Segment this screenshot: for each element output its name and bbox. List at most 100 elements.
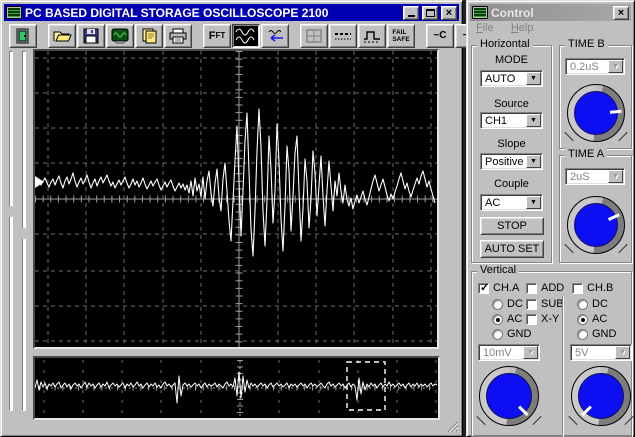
mode-combobox[interactable]: AUTO ▼: [480, 70, 543, 87]
cha-gnd-radio-item[interactable]: GND: [492, 328, 531, 340]
chevron-down-icon: ▼: [608, 60, 623, 73]
time-b-group: TIME B 0.2uS ▼: [559, 38, 632, 149]
control-titlebar[interactable]: Control ×: [470, 4, 631, 21]
cha-dc-radio-item[interactable]: DC: [492, 298, 523, 310]
chb-gnd-radio[interactable]: [577, 328, 588, 340]
chb-dc-radio-item[interactable]: DC: [577, 298, 608, 310]
fft-button[interactable]: F FT: [203, 23, 231, 48]
control-panel-window: Control × File Help Horizontal MODE AUTO…: [466, 0, 635, 437]
cha-gnd-radio[interactable]: [492, 328, 503, 340]
chevron-down-icon: ▼: [523, 346, 538, 359]
pulse-button[interactable]: [358, 23, 386, 48]
xy-checkbox[interactable]: [526, 313, 537, 325]
xy-checkbox-item[interactable]: X-Y: [526, 313, 559, 325]
celsius-button[interactable]: ~C: [426, 23, 454, 48]
time-b-combobox[interactable]: 0.2uS ▼: [565, 58, 625, 75]
cha-volts-knob[interactable]: [476, 366, 542, 426]
position-slider-track-a[interactable]: [9, 51, 13, 411]
vertical-divider: [562, 296, 564, 437]
slope-label: Slope: [497, 138, 526, 150]
overview-waveform-trace: [34, 371, 438, 404]
cha-enable-checkbox-item[interactable]: CH.A: [478, 281, 519, 294]
resize-grip-icon[interactable]: [445, 419, 459, 433]
chevron-down-icon[interactable]: ▼: [526, 155, 541, 168]
chb-ac-radio[interactable]: [577, 313, 588, 325]
time-a-group: TIME A 2uS ▼: [559, 148, 632, 263]
auto-set-button[interactable]: AUTO SET: [480, 240, 544, 258]
time-a-knob[interactable]: [564, 196, 628, 254]
open-button[interactable]: [48, 23, 76, 48]
dotted-line-icon: [335, 32, 351, 39]
toolbar: FFT FAILSAFE ~C ~A 1:1 10:1: [4, 22, 551, 49]
stop-button[interactable]: STOP: [480, 217, 544, 235]
grid-toggle-button[interactable]: [300, 23, 328, 48]
print-button[interactable]: [164, 23, 192, 48]
blue-left-arrow-wave-icon: [268, 29, 283, 42]
dotted-line-button[interactable]: [329, 23, 357, 48]
chb-dc-radio[interactable]: [577, 298, 588, 310]
sub-checkbox[interactable]: [526, 298, 537, 310]
cha-dc-radio[interactable]: [492, 298, 503, 310]
main-titlebar[interactable]: PC BASED DIGITAL STORAGE OSCILLOSCOPE 21…: [4, 4, 459, 21]
waveform-display-button[interactable]: [232, 23, 260, 48]
control-window-title: Control: [491, 5, 534, 20]
undo-wave-button[interactable]: [261, 23, 289, 48]
cha-ac-radio[interactable]: [492, 313, 503, 325]
main-scope-display[interactable]: [33, 49, 439, 349]
menu-file[interactable]: File: [476, 22, 494, 34]
maximize-button[interactable]: [422, 5, 438, 20]
close-button[interactable]: ×: [441, 5, 457, 20]
chb-volts-combobox[interactable]: 5V ▼: [570, 344, 632, 361]
chb-gnd-radio-item[interactable]: GND: [577, 328, 616, 340]
add-checkbox-item[interactable]: ADD: [526, 282, 564, 294]
exit-button[interactable]: [9, 23, 37, 48]
position-slider-thumb-b[interactable]: [18, 228, 30, 239]
horizontal-group-label: Horizontal: [477, 38, 533, 50]
source-combobox[interactable]: CH1 ▼: [480, 112, 543, 129]
chevron-down-icon[interactable]: ▼: [526, 196, 541, 209]
save-button[interactable]: [77, 23, 105, 48]
source-label: Source: [494, 98, 529, 110]
cha-checkbox[interactable]: [478, 281, 489, 294]
chevron-down-icon: ▼: [608, 170, 623, 183]
cha-ac-radio-item[interactable]: AC: [492, 313, 522, 325]
chb-ac-radio-item[interactable]: AC: [577, 313, 607, 325]
time-b-group-label: TIME B: [565, 38, 608, 50]
vertical-group: Vertical CH.A ADD CH.B DC SUB DC AC: [471, 264, 634, 437]
grid-toggle-icon: [306, 28, 322, 43]
chevron-down-icon[interactable]: ▼: [526, 72, 541, 85]
chevron-down-icon[interactable]: ▼: [526, 114, 541, 127]
vertical-group-label: Vertical: [477, 264, 520, 276]
chb-volts-knob[interactable]: [568, 366, 634, 426]
capture-button[interactable]: [106, 23, 134, 48]
sub-checkbox-item[interactable]: SUB: [526, 298, 564, 310]
time-a-group-label: TIME A: [565, 148, 608, 160]
notes-button[interactable]: [135, 23, 163, 48]
app-scope-icon: [6, 6, 22, 19]
main-window-title: PC BASED DIGITAL STORAGE OSCILLOSCOPE 21…: [25, 5, 329, 20]
control-close-button[interactable]: ×: [613, 5, 629, 20]
chb-enable-checkbox-item[interactable]: CH.B: [572, 282, 613, 294]
horizontal-group: Horizontal MODE AUTO ▼ Source CH1 ▼ Slop…: [471, 38, 552, 263]
slope-combobox[interactable]: Positive ▼: [480, 153, 543, 170]
trigger-level-marker-icon[interactable]: [35, 176, 44, 188]
screen-capture-icon: [111, 28, 129, 43]
couple-label: Couple: [494, 178, 529, 190]
mode-label: MODE: [495, 54, 528, 66]
add-checkbox[interactable]: [526, 282, 537, 294]
minimize-button[interactable]: [403, 5, 419, 20]
menu-help[interactable]: Help: [511, 22, 534, 34]
menu-bar: File Help: [471, 22, 630, 37]
printer-icon: [169, 28, 187, 43]
open-folder-icon: [53, 31, 72, 41]
control-scope-icon: [472, 6, 488, 19]
floppy-disk-icon: [83, 28, 99, 43]
cha-volts-combobox[interactable]: 10mV ▼: [478, 344, 540, 361]
couple-combobox[interactable]: AC ▼: [480, 194, 543, 211]
chb-checkbox[interactable]: [572, 282, 583, 294]
position-slider-thumb-a[interactable]: [5, 206, 17, 217]
time-b-knob[interactable]: [564, 84, 628, 142]
overview-scope-display[interactable]: [33, 356, 440, 420]
fail-safe-button[interactable]: FAIL SAFE: [387, 23, 415, 48]
time-a-combobox[interactable]: 2uS ▼: [565, 168, 625, 185]
